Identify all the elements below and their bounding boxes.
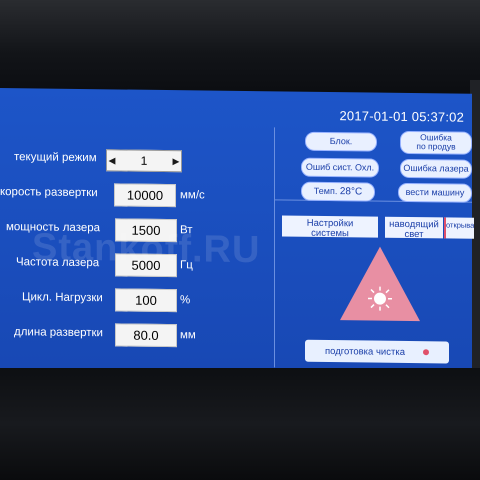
scan-speed-input[interactable]: 10000 [114, 183, 176, 208]
laser-frequency-label: Частота лазера [16, 256, 100, 270]
monitor-bezel-bottom [0, 368, 480, 480]
blow-error-status[interactable]: Ошибка по продув [400, 130, 472, 155]
blow-error-line2: по продув [416, 141, 456, 152]
scan-length-input[interactable]: 80.0 [115, 323, 177, 348]
laser-frequency-unit: Гц [180, 259, 193, 272]
laser-frequency-input[interactable]: 5000 [115, 253, 177, 278]
open-button[interactable]: открывать [444, 217, 474, 239]
mode-value: 1 [140, 153, 148, 168]
guide-light-button[interactable]: наводящий свет [385, 216, 443, 241]
temperature-label: Темп. [313, 185, 338, 197]
duty-cycle-unit: % [180, 294, 191, 307]
temperature-unit: °C [350, 186, 363, 198]
laser-warning-icon [340, 246, 420, 322]
system-settings-line2: системы [311, 227, 349, 240]
temperature-value: 28 [339, 186, 351, 198]
temperature-status: Темп. 28°C [301, 181, 375, 202]
mode-label: текущий режим [14, 151, 97, 165]
mode-prev-arrow-icon[interactable]: ◀ [107, 151, 117, 169]
monitor-bezel-top [0, 0, 480, 90]
block-status[interactable]: Блок. [305, 131, 377, 152]
system-settings-button[interactable]: Настройки системы [282, 215, 378, 240]
scan-length-label: длина развертки [14, 326, 103, 340]
laser-power-unit: Вт [180, 224, 193, 237]
scan-speed-unit: мм/с [180, 189, 205, 202]
mode-next-arrow-icon[interactable]: ▶ [171, 152, 181, 170]
drive-machine-button[interactable]: вести машину [398, 182, 472, 203]
scan-speed-label: корость развертки [0, 186, 98, 200]
hmi-screen: 2017-01-01 05:37:02 текущий режим ◀ 1 ▶ … [0, 88, 474, 376]
scan-length-unit: мм [180, 329, 196, 342]
prep-clean-button[interactable]: подготовка чистка [305, 339, 449, 364]
laser-power-input[interactable]: 1500 [115, 218, 177, 243]
laser-power-label: мощность лазера [6, 221, 101, 235]
mode-selector[interactable]: ◀ 1 ▶ [106, 149, 182, 173]
prep-clean-status-dot-icon [422, 349, 429, 356]
duty-cycle-label: Цикл. Нагрузки [22, 291, 103, 305]
prep-clean-label: подготовка чистка [325, 345, 405, 358]
cooling-error-status[interactable]: Ошиб сист. Охл. [301, 157, 379, 178]
divider-vertical [274, 127, 275, 368]
laser-error-status[interactable]: Ошибка лазера [400, 158, 472, 179]
guide-light-line2: свет [404, 228, 424, 241]
datetime-display: 2017-01-01 05:37:02 [339, 108, 464, 125]
duty-cycle-input[interactable]: 100 [115, 288, 177, 313]
